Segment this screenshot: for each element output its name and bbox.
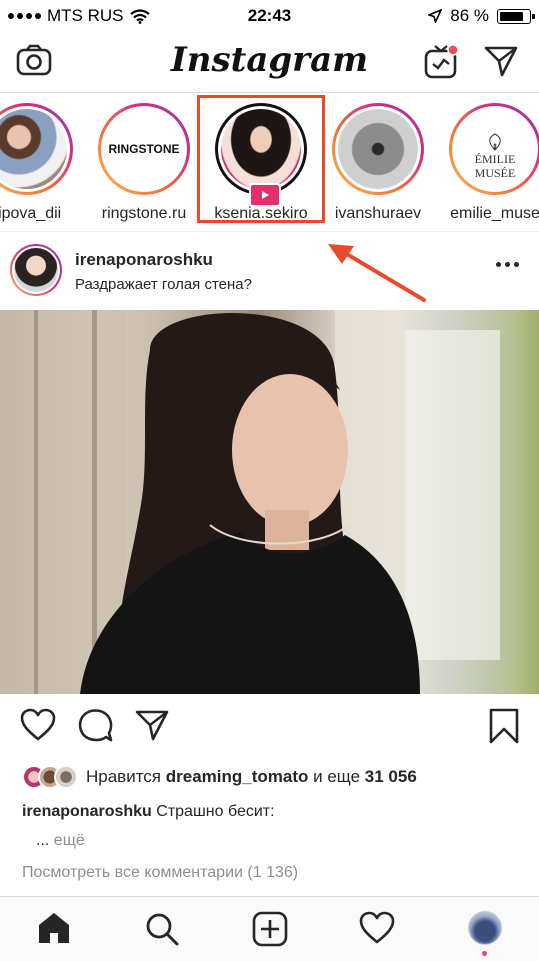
likes-prefix: Нравится [86,767,162,786]
post-author-avatar[interactable] [10,244,62,296]
post-header: irenaponaroshku Раздражает голая стена? [0,234,539,308]
post-actions [0,694,539,760]
comment-icon[interactable] [78,708,114,742]
profile-notification-dot [482,951,487,956]
story-item[interactable]: ÉMILIE MUSÉE emilie_muse [435,103,539,223]
post-username[interactable]: irenaponaroshku [75,250,213,270]
view-all-comments-link[interactable]: Посмотреть все комментарии (1 136) [22,864,298,882]
post-photo[interactable] [0,310,539,694]
flower-logo-icon [489,133,501,151]
battery-icon [497,8,535,24]
like-heart-icon[interactable] [20,708,56,742]
story-ring: RINGSTONE [98,103,190,195]
profile-avatar [468,911,502,945]
story-username: ripova_dii [0,205,62,222]
share-icon[interactable] [134,708,170,742]
battery-percent: 86 % [450,6,489,25]
story-avatar [338,109,418,189]
top-bar: Instagram [0,32,539,93]
new-post-icon[interactable] [252,911,288,947]
avatar-text: ÉMILIE [474,152,516,166]
story-username: ringstone.ru [101,205,187,222]
story-ring: ÉMILIE MUSÉE [449,103,539,195]
instagram-logo: Instagram [170,40,369,80]
story-ring [0,103,73,195]
search-icon[interactable] [144,911,180,947]
liked-by-username[interactable]: dreaming_tomato [166,767,309,786]
activity-heart-icon[interactable] [359,911,395,945]
caption-more[interactable]: ... ещё [36,832,85,850]
home-icon[interactable] [36,911,72,945]
story-item[interactable]: ivanshuraev [318,103,438,223]
direct-message-icon[interactable] [483,44,519,78]
story-username: emilie_muse [450,205,539,222]
igtv-icon[interactable] [424,44,458,80]
story-avatar: ÉMILIE MUSÉE [455,109,535,189]
profile-tab[interactable] [468,911,502,956]
status-bar: MTS RUS 22:43 86 % [0,0,539,32]
caption-username[interactable]: irenaponaroshku [22,803,152,820]
likes-count[interactable]: 31 056 [365,767,417,786]
bookmark-icon[interactable] [488,708,520,744]
story-ring [332,103,424,195]
story-item[interactable]: ripova_dii [0,103,87,223]
caption-text: Страшно бесит: [156,803,275,820]
story-avatar [0,109,67,189]
more-options-icon[interactable] [496,262,519,267]
likes-connector: и еще [313,767,361,786]
more-link[interactable]: ещё [54,832,85,849]
likes-row[interactable]: Нравится dreaming_tomato и еще 31 056 [22,764,417,790]
post-subtitle[interactable]: Раздражает голая стена? [75,276,252,293]
likes-summary: Нравится dreaming_tomato и еще 31 056 [86,767,417,787]
story-item[interactable]: RINGSTONE ringstone.ru [84,103,204,223]
story-avatar: RINGSTONE [104,109,184,189]
post-caption: irenaponaroshku Страшно бесит: [22,803,275,821]
bottom-tab-bar [0,896,539,961]
battery-fill [500,11,524,21]
location-arrow-icon [428,9,443,23]
caption-ellipsis: ... [36,832,50,849]
annotation-highlight-box [197,95,325,223]
liker-avatar [54,765,78,789]
battery-info: 86 % [428,6,535,26]
photo-content [0,310,500,694]
avatar-text: RINGSTONE [108,142,180,156]
avatar-text: MUSÉE [474,166,516,180]
story-username: ivanshuraev [334,205,422,222]
